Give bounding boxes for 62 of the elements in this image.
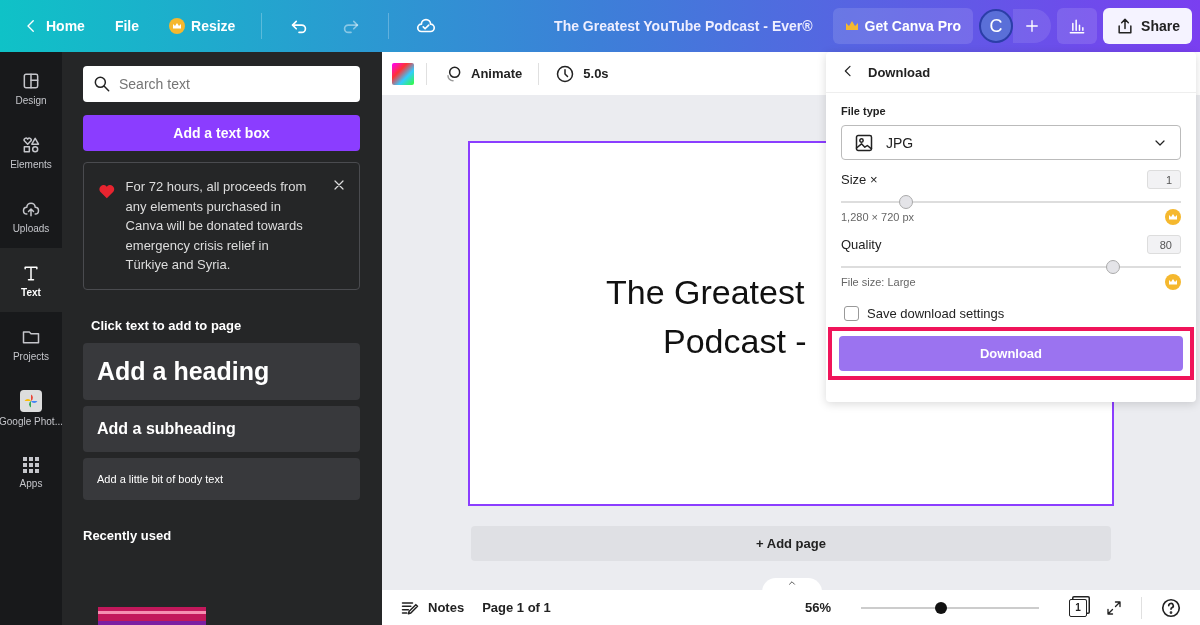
quality-slider[interactable] [841, 260, 1181, 274]
sidebar-tab[interactable]: Design [0, 56, 62, 120]
crown-icon [1165, 274, 1181, 290]
add-text-box-button[interactable]: Add a text box [83, 115, 360, 151]
crown-icon [169, 18, 186, 34]
sidebar-tab[interactable]: Text [0, 248, 62, 312]
notice-text: For 72 hours, all proceeds from any elements purchased in Canva will be donated towards emergency crisis relief in Türkiye and Syria. [125, 178, 308, 274]
search-field[interactable]: Search text [83, 66, 360, 102]
canvas-text[interactable]: The Greatest [606, 267, 805, 317]
sidebar-tab[interactable]: Google Phot... [0, 376, 62, 440]
help-icon [1160, 596, 1182, 619]
get-pro-button[interactable]: Get Canva Pro [832, 8, 974, 44]
body-preset[interactable]: Add a little bit of body text [83, 457, 360, 500]
search-icon [92, 74, 112, 94]
file-size-text: File size: Large [841, 276, 916, 288]
dimensions-text: 1,280 × 720 px [841, 211, 915, 223]
zoom-level[interactable]: 56% [804, 600, 831, 615]
share-button[interactable]: Share [1103, 8, 1192, 44]
expand-icon [1105, 598, 1123, 617]
color-swatch[interactable] [392, 62, 414, 85]
subheading-preset[interactable]: Add a subheading [83, 405, 360, 452]
canvas-text[interactable]: Podcast - [663, 316, 807, 366]
heading-preset[interactable]: Add a heading [83, 342, 360, 400]
notes-button[interactable]: Notes [396, 593, 469, 622]
shapes-icon [21, 134, 41, 155]
add-member-button[interactable] [1013, 9, 1052, 43]
checkbox[interactable] [844, 306, 859, 321]
grid-icon [22, 455, 40, 474]
field-label: Quality [841, 237, 882, 252]
duration-button[interactable]: 5.0s [551, 59, 613, 88]
crown-icon [1165, 209, 1181, 225]
slider-thumb[interactable] [1106, 260, 1120, 274]
sidebar-tab[interactable]: Apps [0, 440, 62, 504]
heart-icon [98, 183, 116, 199]
sidebar-tab[interactable]: Uploads [0, 184, 62, 248]
slider-thumb[interactable] [935, 601, 948, 614]
chevron-up-icon [787, 578, 797, 588]
file-type-dropdown[interactable]: JPG [841, 125, 1181, 160]
sidebar-tab[interactable]: Projects [0, 312, 62, 376]
field-label: File type [841, 105, 887, 117]
add-page-button[interactable]: + Add page [471, 526, 1111, 561]
size-input[interactable]: 1 [1147, 170, 1181, 189]
image-icon [854, 132, 874, 153]
animate-button[interactable]: Animate [439, 59, 527, 88]
size-slider[interactable] [841, 195, 1181, 209]
pinwheel-icon [20, 389, 42, 412]
crown-icon [844, 20, 859, 32]
section-title: Click text to add to page [91, 317, 243, 333]
user-avatar[interactable]: C [979, 9, 1014, 43]
zoom-slider[interactable] [861, 601, 1039, 614]
field-label: Size × [841, 172, 878, 187]
insights-button[interactable] [1057, 8, 1098, 44]
panel-title: Download [868, 64, 931, 80]
slider-thumb[interactable] [898, 195, 913, 209]
section-title: Recently used [83, 527, 173, 543]
quality-input[interactable]: 80 [1147, 235, 1181, 254]
logo-thumbnail[interactable] [98, 605, 206, 625]
clock-icon [555, 63, 576, 84]
page-indicator: Page 1 of 1 [482, 600, 551, 615]
sidebar-tab[interactable]: Elements [0, 120, 62, 184]
document-title[interactable]: The Greatest YouTube Podcast - Ever® [554, 18, 813, 34]
page-count-button[interactable]: 1 [1069, 598, 1087, 617]
